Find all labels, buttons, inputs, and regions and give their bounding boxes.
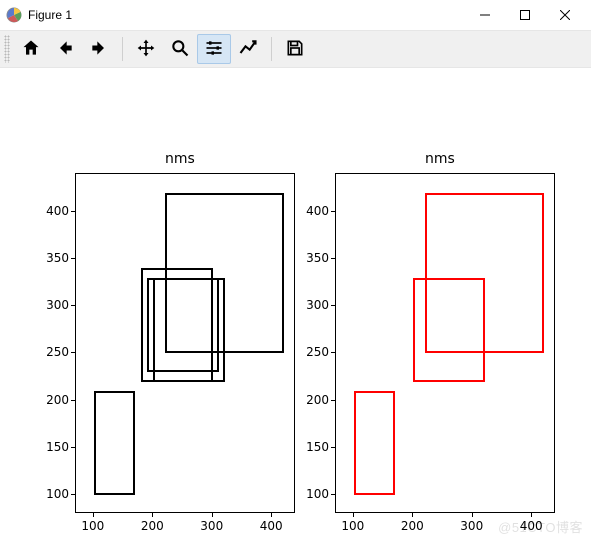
x-tick-label: 100 — [78, 519, 108, 533]
bbox-rect — [354, 391, 396, 495]
search-icon — [170, 38, 190, 61]
y-tick-mark — [331, 258, 335, 259]
y-tick-mark — [71, 305, 75, 306]
x-tick-mark — [93, 513, 94, 517]
x-tick-label: 300 — [457, 519, 487, 533]
zoom-button[interactable] — [163, 34, 197, 64]
y-tick-mark — [331, 352, 335, 353]
x-tick-mark — [353, 513, 354, 517]
subplot-title: nms — [425, 151, 455, 167]
sliders-icon — [204, 38, 224, 61]
y-tick-mark — [331, 494, 335, 495]
y-tick-mark — [331, 447, 335, 448]
home-button[interactable] — [14, 34, 48, 64]
x-tick-mark — [152, 513, 153, 517]
figure-canvas[interactable]: nms 100 150 200 250 300 350 400 100 200 300 400 nms 1… — [0, 68, 591, 542]
y-tick-label: 150 — [299, 440, 329, 454]
y-tick-label: 400 — [299, 204, 329, 218]
chart-line-icon — [238, 38, 258, 61]
subplot-2 — [335, 173, 555, 513]
x-tick-mark — [212, 513, 213, 517]
toolbar-separator — [122, 37, 123, 61]
x-tick-label: 400 — [256, 519, 286, 533]
back-button[interactable] — [48, 34, 82, 64]
close-button[interactable] — [545, 1, 585, 29]
x-tick-label: 100 — [338, 519, 368, 533]
y-tick-label: 150 — [39, 440, 69, 454]
bbox-rect — [94, 391, 136, 495]
y-tick-mark — [71, 258, 75, 259]
arrow-left-icon — [55, 38, 75, 61]
y-tick-mark — [331, 400, 335, 401]
y-tick-label: 200 — [299, 393, 329, 407]
y-tick-label: 250 — [299, 345, 329, 359]
y-tick-mark — [331, 305, 335, 306]
toolbar-separator — [271, 37, 272, 61]
y-tick-mark — [71, 400, 75, 401]
x-tick-label: 200 — [137, 519, 167, 533]
bbox-rect — [425, 193, 544, 354]
y-tick-label: 100 — [39, 487, 69, 501]
y-tick-mark — [71, 352, 75, 353]
maximize-button[interactable] — [505, 1, 545, 29]
y-tick-label: 200 — [39, 393, 69, 407]
y-tick-label: 250 — [39, 345, 69, 359]
matplotlib-icon — [6, 7, 22, 23]
configure-subplots-button[interactable] — [197, 34, 231, 64]
y-tick-label: 100 — [299, 487, 329, 501]
window-title: Figure 1 — [28, 8, 465, 22]
x-tick-mark — [412, 513, 413, 517]
title-bar: Figure 1 — [0, 0, 591, 30]
y-tick-mark — [71, 211, 75, 212]
bbox-rect — [165, 193, 284, 354]
save-icon — [285, 38, 305, 61]
arrow-right-icon — [89, 38, 109, 61]
y-tick-label: 350 — [299, 251, 329, 265]
pan-button[interactable] — [129, 34, 163, 64]
y-tick-mark — [71, 447, 75, 448]
x-tick-label: 200 — [397, 519, 427, 533]
edit-axis-button[interactable] — [231, 34, 265, 64]
watermark: @51CTO博客 — [498, 517, 583, 536]
save-button[interactable] — [278, 34, 312, 64]
subplot-title: nms — [165, 151, 195, 167]
toolbar — [0, 30, 591, 68]
y-tick-label: 400 — [39, 204, 69, 218]
x-tick-mark — [472, 513, 473, 517]
forward-button[interactable] — [82, 34, 116, 64]
move-icon — [136, 38, 156, 61]
x-tick-label: 300 — [197, 519, 227, 533]
x-tick-mark — [271, 513, 272, 517]
subplot-1 — [75, 173, 295, 513]
y-tick-mark — [71, 494, 75, 495]
y-tick-label: 300 — [299, 298, 329, 312]
home-icon — [21, 38, 41, 61]
y-tick-label: 300 — [39, 298, 69, 312]
toolbar-grip — [4, 35, 10, 63]
y-tick-label: 350 — [39, 251, 69, 265]
y-tick-mark — [331, 211, 335, 212]
minimize-button[interactable] — [465, 1, 505, 29]
